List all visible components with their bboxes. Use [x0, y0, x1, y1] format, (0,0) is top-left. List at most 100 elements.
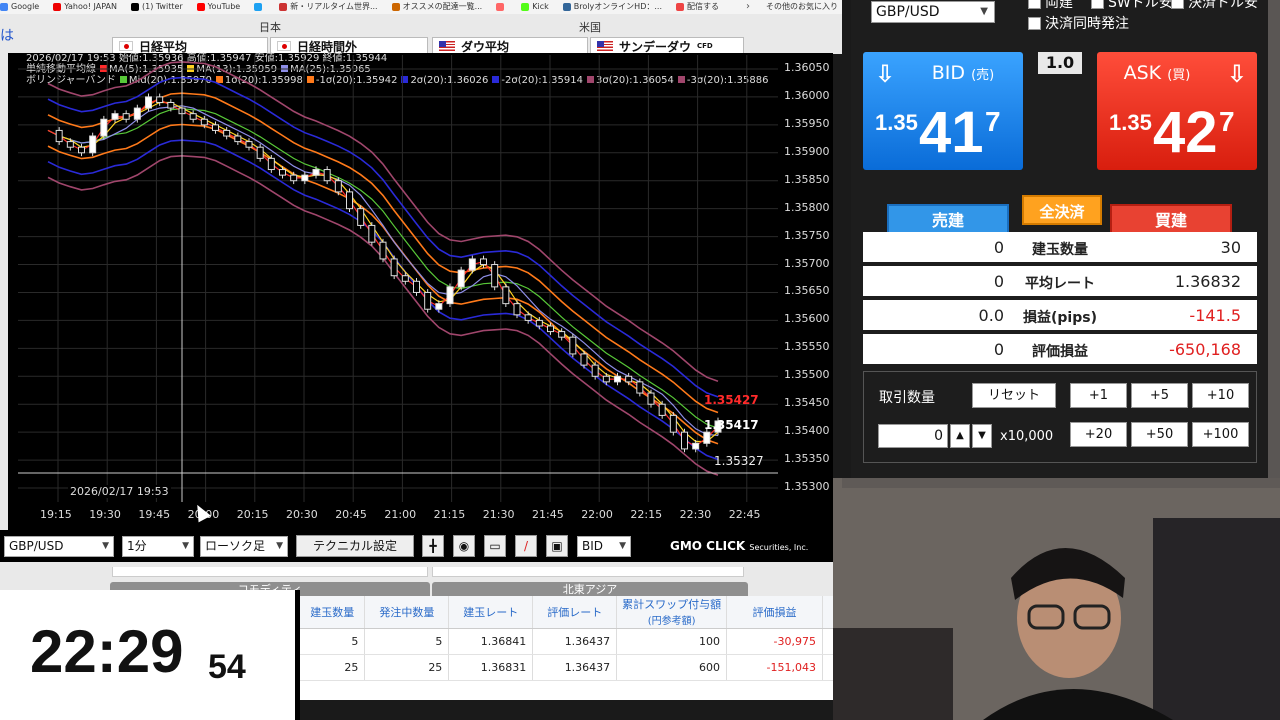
col-header-label: 累計スワップ付与額 [622, 598, 722, 612]
comment-icon[interactable]: ▭ [484, 535, 506, 557]
draw-line-icon[interactable]: / [515, 535, 537, 557]
bottom-tab-edge [112, 567, 428, 577]
technical-settings-button[interactable]: テクニカル設定 [296, 535, 414, 557]
crosshair-date-label: 2026/02/17 19:53 [68, 485, 171, 498]
checkbox-hedge[interactable]: 両建 [1028, 0, 1073, 12]
y-tick-label: 1.35850 [784, 172, 830, 186]
summary-row: 0 評価損益 -650,168 [863, 334, 1257, 364]
chart-type-value: ローソク足 [205, 539, 266, 553]
candle-body [480, 258, 487, 266]
bookmark-item[interactable]: YouTube [196, 0, 240, 14]
candle-body [491, 264, 499, 288]
plus-20-button[interactable]: +20 [1070, 422, 1127, 447]
checkbox-label: 決済同時発注 [1045, 16, 1129, 32]
bid-price-button[interactable]: ⇩ BID (売) 1.35 41 7 [863, 52, 1023, 170]
crosshair-icon[interactable]: ╋ [422, 535, 444, 557]
col-header[interactable]: 建玉数量 [300, 596, 366, 629]
trade-pair-select[interactable]: GBP/USD ▼ [871, 1, 995, 23]
bookmark-other[interactable]: その他のお気に入り [760, 0, 842, 14]
table-row[interactable]: 25251.368311.36437600-151,0430 [300, 654, 861, 681]
candle-body [122, 113, 130, 120]
candle-body [357, 208, 365, 226]
chart-type-select[interactable]: ローソク足 ▼ [200, 536, 288, 557]
x-tick-label: 19:45 [138, 508, 171, 521]
candle-body [614, 375, 621, 383]
sell-position-button[interactable]: 売建 [887, 204, 1009, 234]
x-tick-label: 19:30 [89, 508, 121, 521]
y-tick-label: 1.35700 [784, 256, 830, 270]
ma25-line [47, 105, 719, 437]
col-header-swap[interactable]: 累計スワップ付与額 (円参考額) [616, 596, 728, 629]
trade-pair-value: GBP/USD [876, 4, 940, 20]
candle-body [535, 319, 543, 327]
candle-body [290, 174, 298, 182]
x-tick-label: 22:30 [679, 508, 712, 521]
y-tick-label: 1.35350 [784, 452, 830, 466]
price-chart[interactable]: 2026/02/17 19:53 始値:1.35936 高値:1.35947 安… [8, 53, 833, 563]
bookmark-item[interactable] [496, 0, 507, 14]
quantity-up-icon[interactable]: ▲ [950, 424, 970, 448]
close-all-button[interactable]: 全決済 [1022, 195, 1102, 225]
trade-panel: GBP/USD ▼ 両建 SWドル安 決済ドル安 決済同時発注 ⇩ BID (売)… [851, 0, 1268, 478]
bookmarks-more-chevron-icon[interactable]: › [738, 0, 758, 14]
ask-price-button[interactable]: ASK (買) ⇩ 1.35 42 7 [1097, 52, 1257, 170]
col-header[interactable]: 発注中数量 [364, 596, 450, 629]
chevron-down-icon: ▼ [276, 541, 283, 551]
y-tick-label: 1.36000 [784, 88, 830, 102]
candle-body [78, 146, 85, 154]
buy-position-button[interactable]: 買建 [1110, 204, 1232, 234]
bookmark-item[interactable]: Kick [521, 0, 549, 14]
candle-body [368, 224, 376, 243]
candle-body [133, 107, 141, 120]
bottom-tab-edge [432, 567, 744, 577]
plus-5-button[interactable]: +5 [1131, 383, 1188, 408]
checkbox-settle[interactable]: 決済ドル安 [1171, 0, 1258, 12]
us-flag-icon [597, 41, 613, 51]
table-row[interactable]: 551.368411.36437100-30,9750 [300, 628, 861, 655]
checkbox-simultaneous[interactable]: 決済同時発注 [1028, 13, 1129, 33]
bookmark-item[interactable]: 新・リアルタイム世界... [279, 0, 378, 14]
summary-left: 0.0 [978, 306, 1004, 325]
x-tick-label: 21:30 [482, 508, 515, 521]
bookmark-item[interactable]: Yahoo! JAPAN [53, 0, 117, 14]
image-icon[interactable]: ▣ [546, 535, 568, 557]
table-cell: 1.36841 [448, 628, 534, 655]
x-tick-label: 19:15 [40, 508, 72, 521]
col-header[interactable]: 建玉レート [448, 596, 534, 629]
plus-1-button[interactable]: +1 [1070, 383, 1127, 408]
left-strip: は [0, 28, 14, 563]
summary-right: -650,168 [1169, 340, 1241, 359]
chevron-down-icon: ▼ [980, 6, 988, 17]
table-cell: 5 [364, 628, 450, 655]
bookmark-item[interactable]: Google [0, 0, 39, 14]
position-summary: 0 建玉数量 30 0 平均レート 1.36832 0.0 損益(pips) -141.5 0 評価… [863, 232, 1257, 368]
candle-body [547, 325, 554, 333]
plus-10-button[interactable]: +10 [1192, 383, 1249, 408]
col-header[interactable]: 評価レート [532, 596, 618, 629]
bookmark-item[interactable]: (1) Twitter [130, 0, 183, 14]
summary-left: 0 [993, 340, 1004, 359]
plus-50-button[interactable]: +50 [1131, 422, 1188, 447]
quantity-input[interactable]: 0 [878, 424, 948, 448]
candle-body [625, 375, 633, 383]
col-header[interactable]: 評価損益 [726, 596, 823, 629]
pair-select[interactable]: GBP/USD ▼ [4, 536, 114, 557]
bookmark-item[interactable]: 配信する [676, 0, 719, 14]
bid-title: BID (売) [863, 62, 1023, 84]
timeframe-select[interactable]: 1分 ▼ [122, 536, 194, 557]
chart-plot-area[interactable] [18, 55, 778, 502]
bookmark-item[interactable] [254, 0, 265, 14]
y-tick-label: 1.35550 [784, 340, 830, 354]
indicator-icon[interactable]: ◉ [453, 535, 475, 557]
bookmark-item[interactable]: オススメの配達一覧... [391, 0, 482, 14]
reset-button[interactable]: リセット [972, 383, 1056, 408]
quantity-down-icon[interactable]: ▼ [972, 424, 992, 448]
bookmark-item[interactable]: BrolyオンラインHD：... [562, 0, 662, 14]
price-type-select[interactable]: BID ▼ [577, 536, 631, 557]
x-tick-label: 22:45 [728, 508, 761, 521]
candle-body [156, 96, 164, 103]
summary-left: 0 [993, 238, 1004, 257]
checkbox-sw[interactable]: SWドル安 [1091, 0, 1173, 12]
x-tick-label: 20:30 [286, 508, 318, 521]
plus-100-button[interactable]: +100 [1192, 422, 1249, 447]
